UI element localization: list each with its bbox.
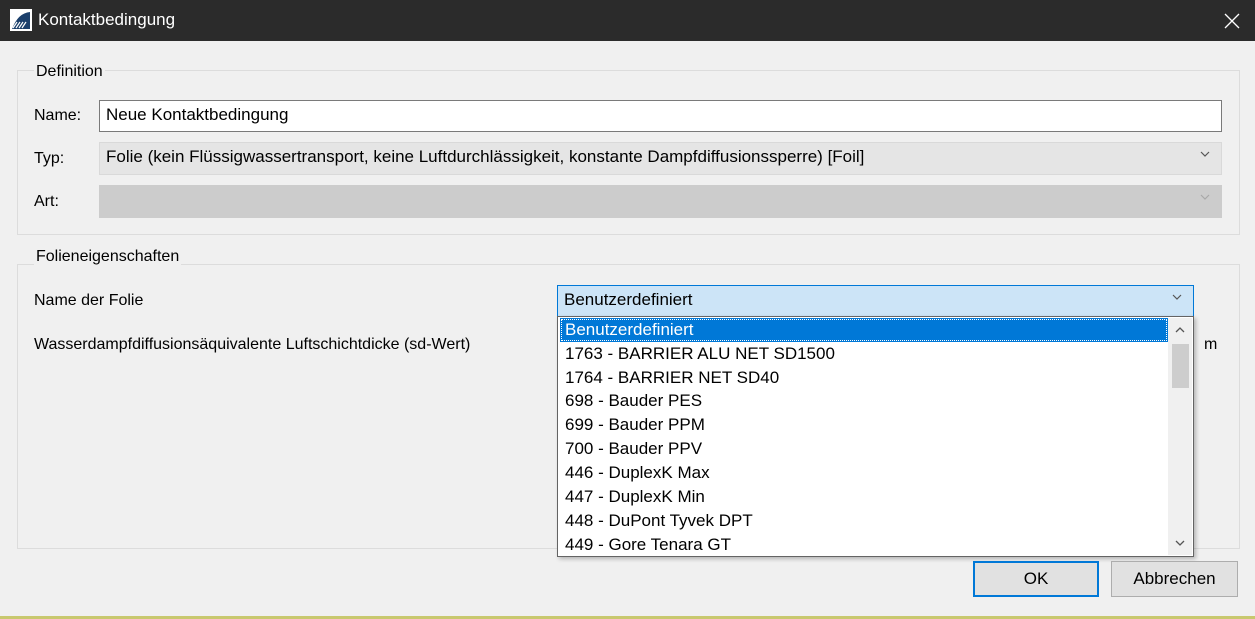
folie-name-label: Name der Folie	[34, 292, 144, 309]
art-label: Art:	[34, 193, 59, 210]
definition-group-title: Definition	[34, 63, 105, 81]
close-button[interactable]	[1209, 0, 1255, 41]
scroll-down-button[interactable]	[1168, 531, 1192, 555]
ok-button[interactable]: OK	[973, 561, 1099, 597]
scroll-down-icon	[1175, 540, 1185, 546]
dropdown-option[interactable]: 1764 - BARRIER NET SD40	[560, 366, 1168, 390]
folie-name-select[interactable]: Benutzerdefiniert	[557, 285, 1194, 317]
folie-dropdown-list[interactable]: Benutzerdefiniert 1763 - BARRIER ALU NET…	[557, 316, 1194, 557]
window-title: Kontaktbedingung	[38, 10, 176, 29]
art-select[interactable]	[99, 185, 1222, 218]
app-icon	[10, 9, 32, 31]
close-icon	[1224, 13, 1240, 28]
dropdown-option[interactable]: 698 - Bauder PES	[560, 389, 1168, 413]
chevron-down-icon	[1200, 194, 1210, 200]
name-input[interactable]: Neue Kontaktbedingung	[99, 100, 1222, 132]
dropdown-option[interactable]: 446 - DuplexK Max	[560, 461, 1168, 485]
scroll-thumb[interactable]	[1172, 344, 1189, 388]
folie-group-title: Folieneigenschaften	[34, 248, 182, 266]
typ-select[interactable]: Folie (kein Flüssigwassertransport, kein…	[99, 142, 1222, 175]
folie-name-select-value: Benutzerdefiniert	[564, 290, 693, 309]
name-label: Name:	[34, 107, 82, 124]
title-bar: Kontaktbedingung	[0, 0, 1255, 41]
dropdown-option[interactable]: 448 - DuPont Tyvek DPT	[560, 509, 1168, 533]
typ-select-value: Folie (kein Flüssigwassertransport, kein…	[106, 147, 865, 166]
chevron-down-icon	[1172, 294, 1182, 300]
dropdown-scrollbar[interactable]	[1168, 318, 1192, 555]
sd-unit-label: m	[1204, 336, 1218, 353]
dropdown-option[interactable]: 1763 - BARRIER ALU NET SD1500	[560, 342, 1168, 366]
dropdown-option[interactable]: Benutzerdefiniert	[560, 318, 1168, 342]
cancel-button[interactable]: Abbrechen	[1111, 561, 1238, 597]
sd-value-label: Wasserdampfdiffusionsäquivalente Luftsch…	[34, 336, 471, 353]
dropdown-option[interactable]: 699 - Bauder PPM	[560, 413, 1168, 437]
dropdown-option[interactable]: 447 - DuplexK Min	[560, 485, 1168, 509]
scroll-up-icon	[1175, 327, 1185, 333]
chevron-down-icon	[1200, 151, 1210, 157]
scroll-up-button[interactable]	[1168, 318, 1192, 342]
dropdown-option[interactable]: 449 - Gore Tenara GT	[560, 533, 1168, 557]
typ-label: Typ:	[34, 150, 65, 167]
dropdown-option[interactable]: 700 - Bauder PPV	[560, 437, 1168, 461]
